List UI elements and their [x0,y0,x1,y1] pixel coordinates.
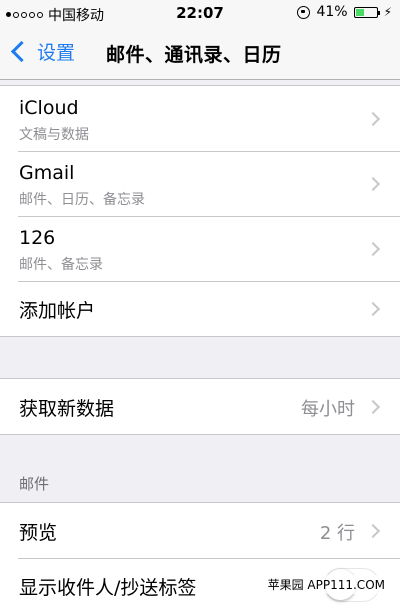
rotation-lock-icon [297,5,311,19]
account-title: Gmail [19,162,75,184]
fetch-group: 获取新数据 每小时 [0,378,400,435]
chevron-right-icon [365,523,381,539]
battery-icon [353,6,380,18]
page-title: 邮件、通讯录、日历 [106,44,282,66]
account-row-icloud[interactable]: iCloud 文稿与数据 [0,86,400,151]
chevron-right-icon [365,176,381,192]
charging-icon: ⚡ [383,5,392,19]
fetch-new-data-value: 每小时 [301,399,355,420]
show-to-cc-label: 显示收件人/抄送标签 [19,577,197,599]
preview-value: 2 行 [319,523,355,544]
add-account-row[interactable]: 添加帐户 [0,281,400,336]
account-title: 126 [19,227,56,249]
status-right: 41% ⚡ [297,4,392,20]
account-subtitle: 文稿与数据 [19,127,89,143]
account-row-126[interactable]: 126 邮件、备忘录 [0,216,400,281]
account-title: iCloud [19,97,79,119]
mail-group: 预览 2 行 显示收件人/抄送标签 [0,502,400,613]
add-account-label: 添加帐户 [19,300,96,322]
chevron-right-icon [365,399,381,415]
mail-section-header: 邮件 [19,475,50,493]
preview-row[interactable]: 预览 2 行 [0,503,400,558]
chevron-right-icon [365,241,381,257]
fetch-new-data-row[interactable]: 获取新数据 每小时 [0,379,400,434]
account-subtitle: 邮件、日历、备忘录 [19,192,145,208]
back-label: 设置 [37,42,76,64]
fetch-new-data-label: 获取新数据 [19,398,115,420]
battery-percent: 41% [316,4,348,20]
watermark: 苹果园 APP111.COM [264,575,388,594]
chevron-right-icon [365,111,381,127]
preview-label: 预览 [19,522,58,544]
account-subtitle: 邮件、备忘录 [19,257,103,273]
chevron-right-icon [365,301,381,317]
accounts-group: iCloud 文稿与数据 Gmail 邮件、日历、备忘录 126 邮件、备忘录 … [0,85,400,337]
status-bar: 中国移动 22:07 41% ⚡ [0,0,400,26]
account-row-gmail[interactable]: Gmail 邮件、日历、备忘录 [0,151,400,216]
navigation-bar: 设置 邮件、通讯录、日历 [0,26,400,80]
back-button[interactable]: 设置 [8,38,75,65]
chevron-left-icon [10,40,33,63]
